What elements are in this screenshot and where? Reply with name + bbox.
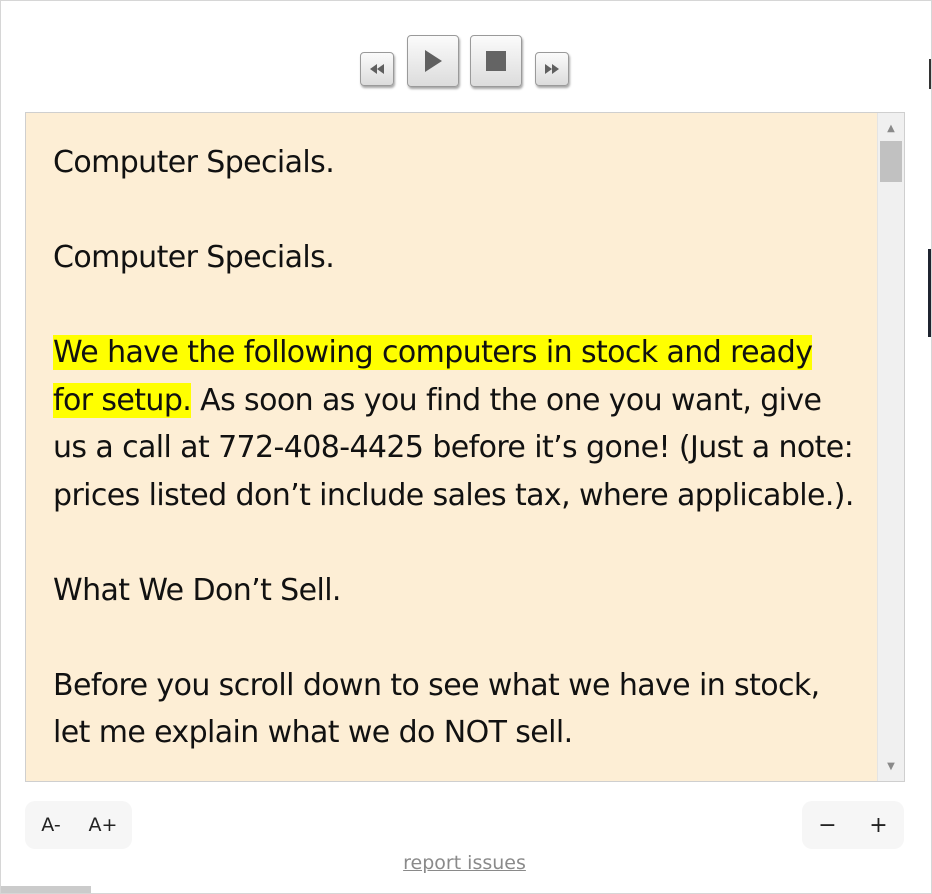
scrollbar[interactable]: ▲ ▼ — [877, 113, 904, 781]
report-issues-link[interactable]: report issues — [403, 852, 526, 874]
tts-reader-window: Computer Specials. Computer Specials. We… — [0, 0, 932, 894]
report-issues-container: report issues — [1, 852, 928, 874]
zoom-in-button[interactable]: + — [853, 813, 904, 838]
background-edge — [928, 249, 931, 337]
play-button[interactable] — [407, 35, 459, 87]
scroll-down-arrow-icon[interactable]: ▼ — [878, 753, 904, 779]
paragraph-title: Computer Specials. — [53, 145, 335, 180]
zoom-out-button[interactable]: − — [802, 813, 853, 838]
font-decrease-button[interactable]: A- — [25, 814, 77, 836]
paragraph-subheading: What We Don’t Sell. — [53, 572, 341, 608]
stop-icon — [486, 51, 506, 71]
paragraph-intro: We have the following computers in stock… — [53, 329, 857, 519]
stop-button[interactable] — [470, 35, 522, 87]
zoom-controls: − + — [802, 801, 904, 849]
background-page-fragment — [1, 886, 91, 893]
play-icon — [425, 50, 442, 72]
fast-forward-button[interactable] — [535, 52, 569, 86]
rewind-icon — [370, 64, 384, 74]
font-size-controls: A- A+ — [25, 801, 132, 849]
reader-panel: Computer Specials. Computer Specials. We… — [25, 112, 905, 782]
font-increase-button[interactable]: A+ — [77, 814, 129, 836]
reader-content: Computer Specials. Computer Specials. We… — [26, 113, 877, 781]
paragraph-body: Before you scroll down to see what we ha… — [53, 667, 820, 751]
rewind-button[interactable] — [360, 52, 394, 86]
playback-toolbar — [1, 1, 931, 101]
paragraph-heading: Computer Specials. — [53, 240, 335, 275]
scrollbar-thumb[interactable] — [880, 141, 902, 182]
scroll-up-arrow-icon[interactable]: ▲ — [878, 115, 904, 141]
fast-forward-icon — [545, 64, 559, 74]
